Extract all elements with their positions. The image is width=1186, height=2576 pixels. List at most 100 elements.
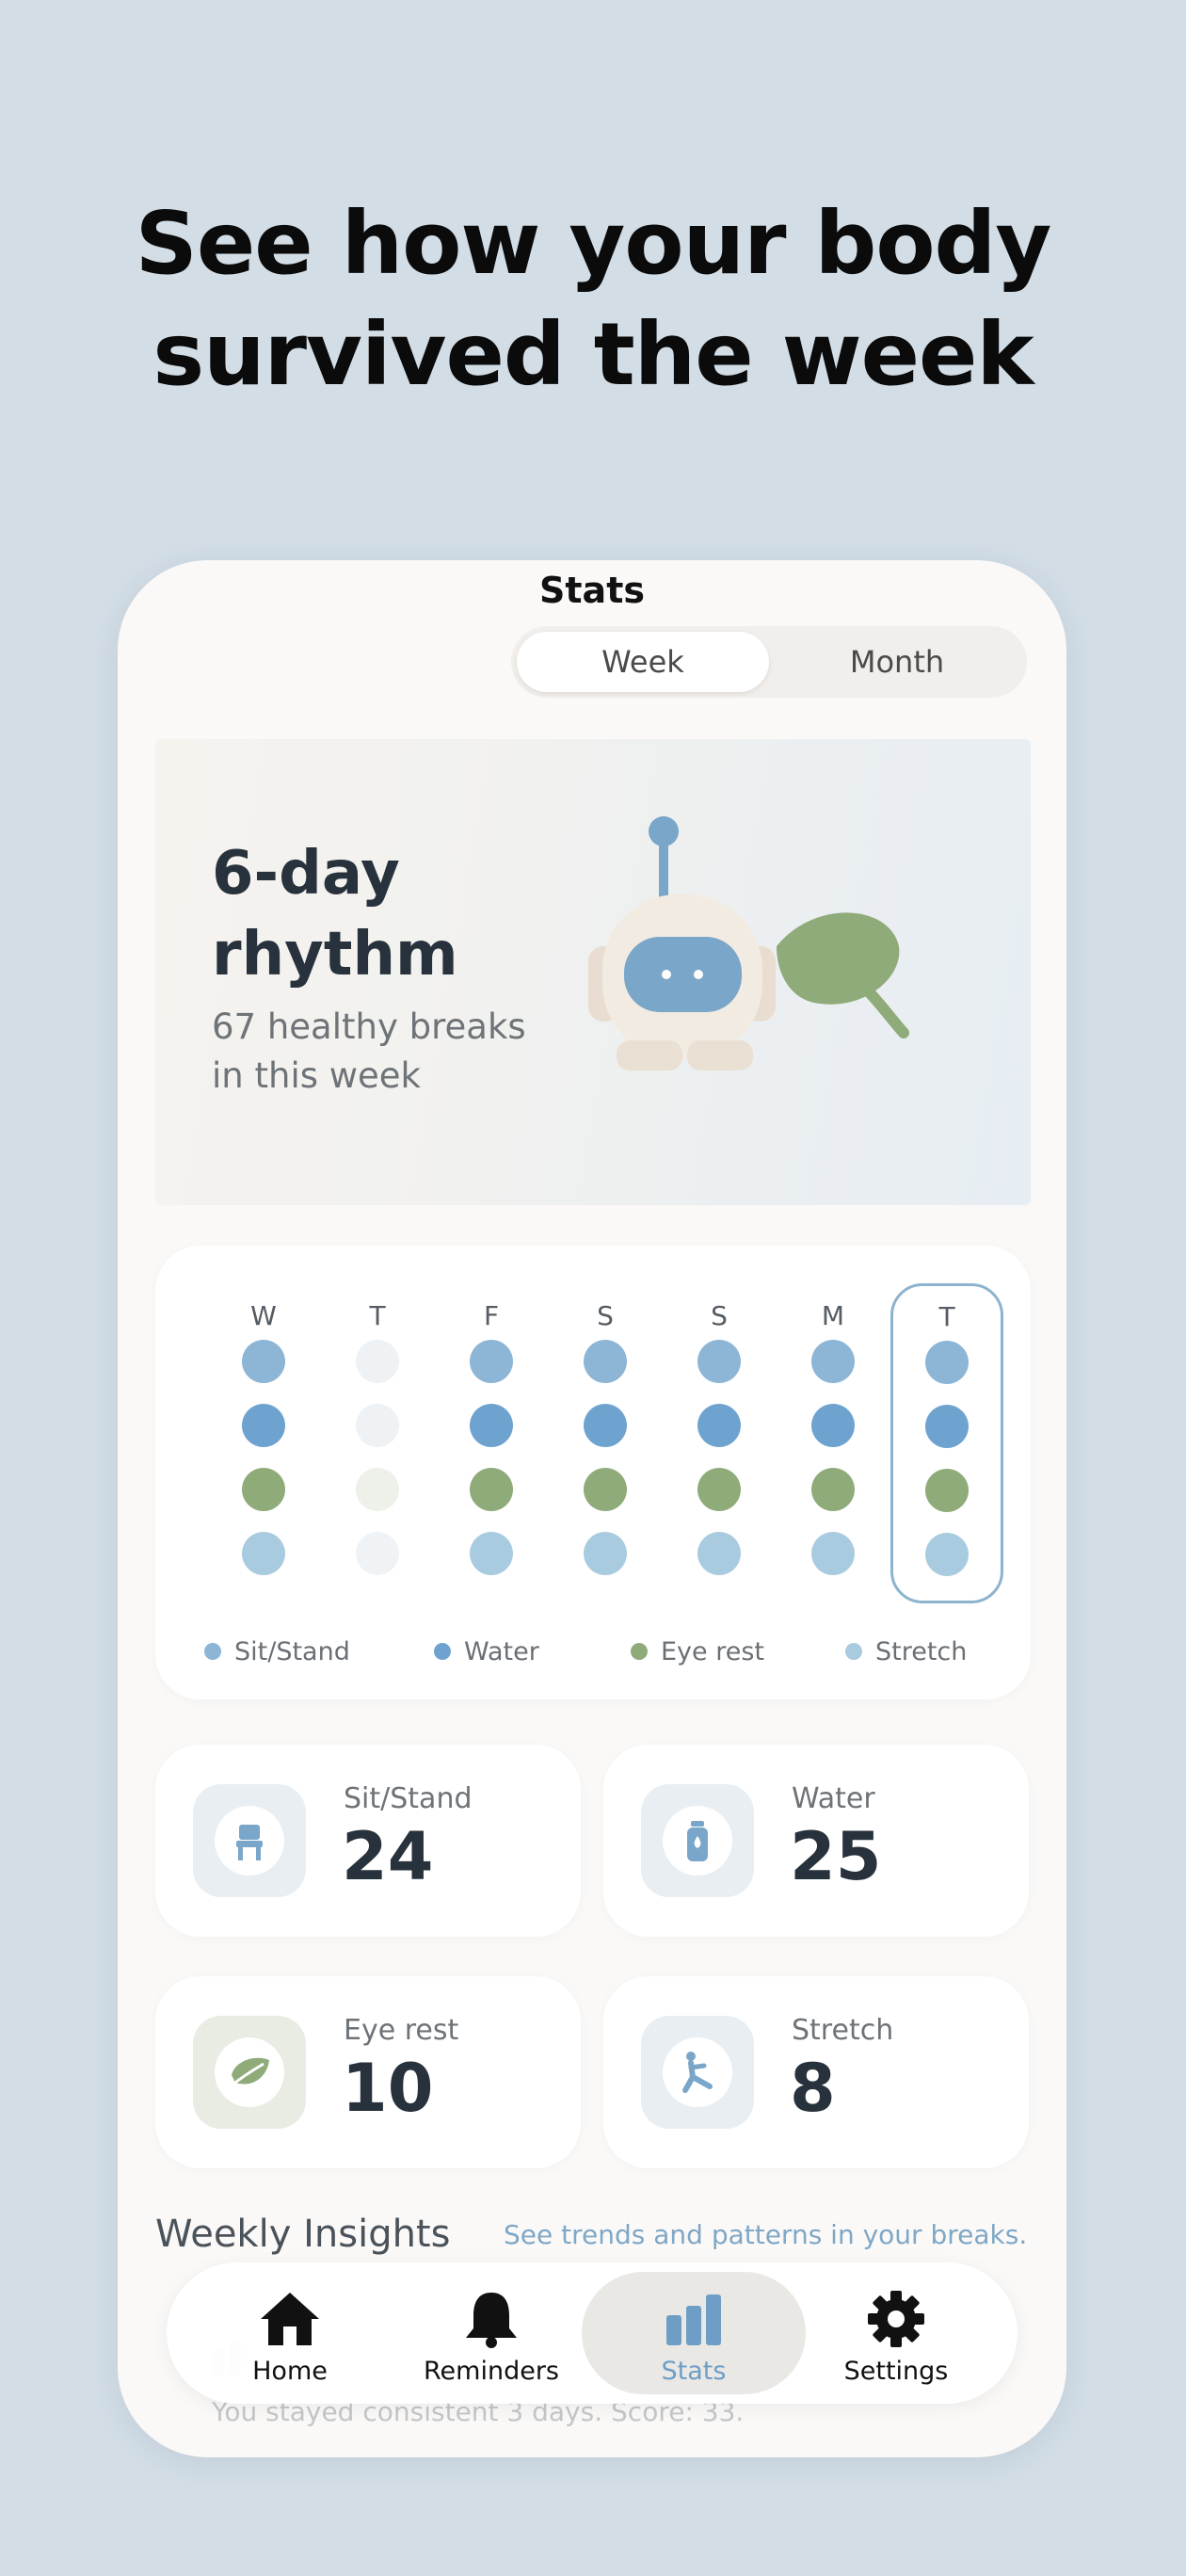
legend-water: Water <box>434 1634 539 1671</box>
insights-title: Weekly Insights <box>155 2213 451 2256</box>
legend-dot <box>204 1642 221 1660</box>
break-dot <box>697 1340 741 1383</box>
break-dot <box>470 1532 513 1575</box>
day-column-0[interactable]: W <box>207 1293 320 1585</box>
break-dot <box>470 1404 513 1447</box>
stat-icon-tile <box>641 2016 754 2129</box>
day-label: T <box>369 1300 386 1331</box>
stretch-icon <box>682 2052 713 2093</box>
insights-subtitle[interactable]: See trends and patterns in your breaks. <box>504 2219 1027 2250</box>
stat-label: Water <box>792 1782 875 1815</box>
break-dot <box>242 1532 285 1575</box>
tab-label: Reminders <box>424 2357 559 2386</box>
leaf-icon <box>232 2057 269 2085</box>
segment-week[interactable]: Week <box>517 632 769 692</box>
break-dot <box>697 1468 741 1511</box>
stat-label: Sit/Stand <box>344 1782 473 1815</box>
break-dot <box>584 1404 627 1447</box>
legend-stretch: Stretch <box>845 1634 967 1671</box>
legend: Sit/Stand Water Eye rest Stretch <box>155 1634 1031 1671</box>
break-dot <box>925 1469 969 1512</box>
tab-home[interactable]: Home <box>178 2272 402 2394</box>
hero-subtitle-line-1: 67 healthy breaks <box>212 1006 526 1047</box>
stat-card-sit-stand[interactable]: Sit/Stand 24 <box>155 1745 581 1937</box>
stat-label: Eye rest <box>344 2014 459 2047</box>
bell-icon <box>466 2293 517 2348</box>
stat-value: 25 <box>790 1818 882 1895</box>
segment-month[interactable]: Month <box>771 632 1023 692</box>
tab-reminders[interactable]: Reminders <box>379 2272 603 2394</box>
hero-subtitle-line-2: in this week <box>212 1055 421 1096</box>
day-column-6[interactable]: T <box>890 1283 1003 1603</box>
headline-line-1: See how your body <box>135 193 1052 294</box>
page-title: Stats <box>539 570 645 611</box>
phone-screen: Stats Week Month 6-day rhythm 67 healthy… <box>118 560 1066 2457</box>
hero-title-line-2: rhythm <box>212 920 458 990</box>
stat-label: Stretch <box>792 2014 894 2047</box>
day-column-4[interactable]: S <box>663 1293 776 1585</box>
break-dot <box>584 1532 627 1575</box>
home-icon <box>261 2293 319 2345</box>
break-dot <box>811 1340 855 1383</box>
day-column-1[interactable]: T <box>321 1293 434 1585</box>
stat-value: 24 <box>342 1818 434 1895</box>
break-dot <box>356 1340 399 1383</box>
day-label: M <box>821 1300 845 1331</box>
stat-icon-tile <box>641 1784 754 1897</box>
day-label: S <box>597 1300 614 1331</box>
weekly-breaks-grid: Sit/Stand Water Eye rest Stretch W T F S S M T <box>155 1246 1031 1699</box>
rhythm-hero-card: 6-day rhythm 67 healthy breaks in this w… <box>155 739 1031 1205</box>
stat-value: 10 <box>342 2050 434 2127</box>
headline-line-2: survived the week <box>152 304 1034 405</box>
break-dot <box>242 1340 285 1383</box>
break-dot <box>356 1404 399 1447</box>
chair-icon <box>236 1825 263 1860</box>
hero-title: 6-day rhythm <box>212 833 588 995</box>
stat-icon-tile <box>193 2016 306 2129</box>
day-column-3[interactable]: S <box>549 1293 662 1585</box>
tab-label: Settings <box>843 2357 949 2386</box>
break-dot <box>925 1533 969 1576</box>
legend-eye-rest: Eye rest <box>631 1634 764 1671</box>
stat-card-eye-rest[interactable]: Eye rest 10 <box>155 1976 581 2168</box>
day-label: S <box>711 1300 728 1331</box>
stat-icon-tile <box>193 1784 306 1897</box>
period-segmented-control: Week Month <box>511 626 1027 698</box>
day-column-2[interactable]: F <box>435 1293 548 1585</box>
day-column-5[interactable]: M <box>777 1293 890 1585</box>
legend-dot <box>631 1642 648 1660</box>
break-dot <box>584 1468 627 1511</box>
break-dot <box>697 1532 741 1575</box>
headline: See how your body survived the week <box>0 188 1186 411</box>
day-label: T <box>938 1301 955 1332</box>
tab-label: Home <box>252 2357 328 2386</box>
robot-mascot-icon <box>588 816 909 1071</box>
stat-card-stretch[interactable]: Stretch 8 <box>603 1976 1029 2168</box>
break-dot <box>470 1468 513 1511</box>
break-dot <box>242 1468 285 1511</box>
break-dot <box>811 1468 855 1511</box>
break-dot <box>811 1532 855 1575</box>
break-dot <box>356 1468 399 1511</box>
water-bottle-icon <box>687 1821 708 1861</box>
hero-title-line-1: 6-day <box>212 839 400 909</box>
hero-subtitle: 67 healthy breaks in this week <box>212 1003 551 1101</box>
legend-sit-stand: Sit/Stand <box>204 1634 350 1671</box>
bar-chart-icon <box>666 2294 721 2345</box>
gear-icon <box>868 2291 924 2347</box>
break-dot <box>584 1340 627 1383</box>
break-dot <box>811 1404 855 1447</box>
break-dot <box>925 1341 969 1384</box>
break-dot <box>356 1532 399 1575</box>
break-dot <box>242 1404 285 1447</box>
legend-dot <box>434 1642 451 1660</box>
tab-settings[interactable]: Settings <box>784 2272 1008 2394</box>
tab-stats[interactable]: Stats <box>582 2272 806 2394</box>
tab-label: Stats <box>661 2357 727 2386</box>
bottom-tab-bar: Home Reminders Stats Settings <box>167 2262 1018 2404</box>
day-label: W <box>250 1300 277 1331</box>
break-dot <box>697 1404 741 1447</box>
stat-card-water[interactable]: Water 25 <box>603 1745 1029 1937</box>
stat-value: 8 <box>790 2050 836 2127</box>
day-label: F <box>483 1300 500 1331</box>
